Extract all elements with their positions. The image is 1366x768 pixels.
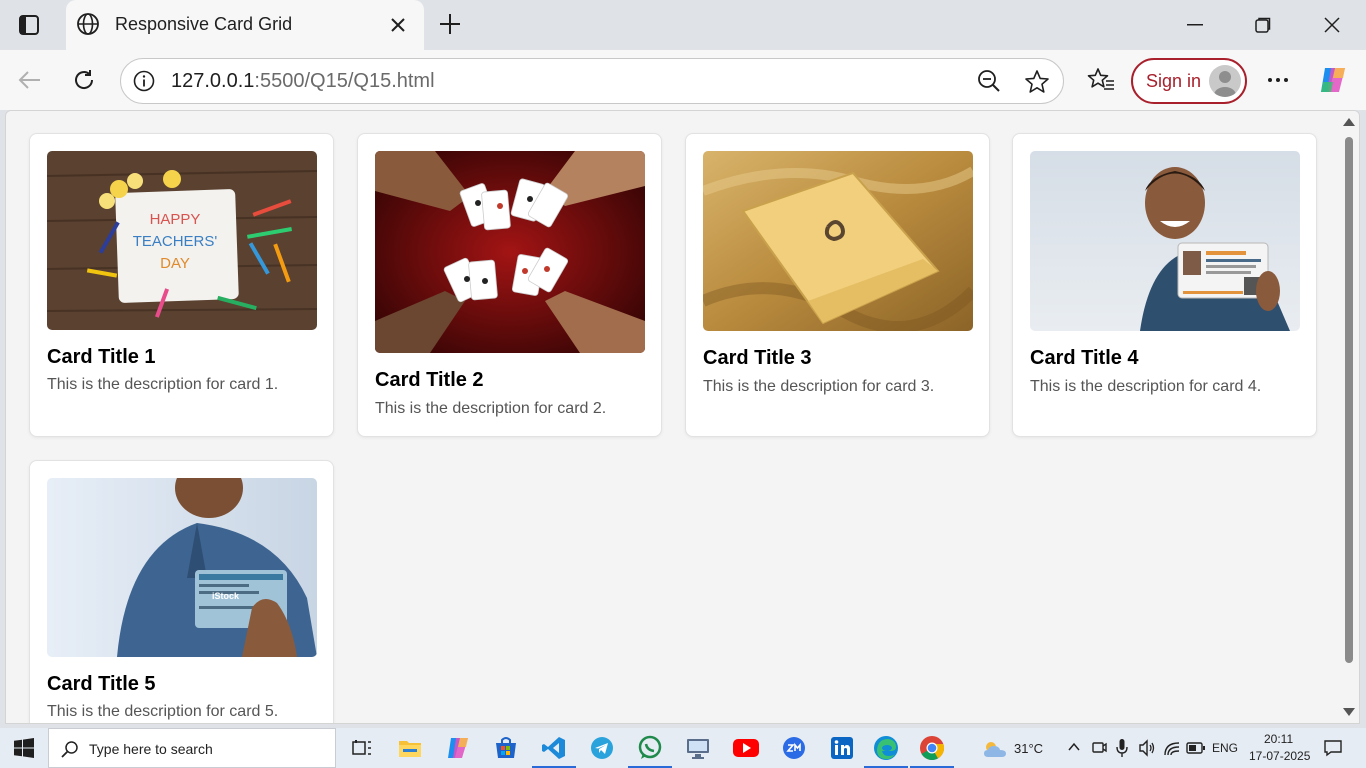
card-image: HAPPY TEACHERS' DAY	[47, 151, 317, 330]
vertical-scrollbar[interactable]	[1339, 111, 1359, 723]
card[interactable]: Card Title 3 This is the description for…	[685, 133, 990, 437]
weather-temperature[interactable]: 31°C	[1014, 741, 1043, 756]
back-icon[interactable]	[14, 64, 46, 96]
sign-in-button[interactable]: Sign in	[1131, 58, 1247, 104]
taskbar: Type here to search 31°C ENG 20:11 17-07…	[0, 728, 1366, 768]
card[interactable]: HAPPY TEACHERS' DAY Card Title 1 This is…	[29, 133, 334, 437]
copilot-icon[interactable]	[1317, 64, 1349, 96]
search-placeholder: Type here to search	[89, 741, 213, 757]
linkedin-icon[interactable]	[828, 734, 856, 762]
microsoft-store-icon[interactable]	[492, 734, 520, 762]
close-window-icon[interactable]	[1310, 10, 1354, 40]
scroll-up-icon[interactable]	[1342, 115, 1356, 129]
whatsapp-icon[interactable]	[628, 734, 672, 768]
url-text[interactable]: 127.0.0.1:5500/Q15/Q15.html	[171, 70, 435, 93]
new-tab-icon[interactable]	[436, 10, 464, 38]
microphone-icon[interactable]	[1116, 738, 1128, 758]
svg-text:DAY: DAY	[160, 255, 190, 272]
tab-title: Responsive Card Grid	[115, 14, 293, 34]
card[interactable]: Card Title 2 This is the description for…	[357, 133, 662, 437]
more-options-icon[interactable]	[1262, 64, 1294, 96]
card-description: This is the description for card 3.	[703, 378, 935, 395]
favorite-star-icon[interactable]	[1024, 69, 1050, 95]
svg-text:TEACHERS': TEACHERS'	[133, 233, 218, 250]
clock-date[interactable]: 17-07-2025	[1249, 749, 1310, 763]
tab-actions-icon[interactable]	[14, 10, 44, 40]
vscode-icon[interactable]	[532, 734, 576, 768]
card-title: Card Title 2	[375, 369, 484, 391]
favorites-icon[interactable]	[1085, 64, 1117, 96]
wifi-icon[interactable]	[1163, 739, 1181, 757]
svg-text:HAPPY: HAPPY	[150, 211, 201, 228]
windows-start-icon[interactable]	[14, 738, 34, 758]
card-description: This is the description for card 1.	[47, 376, 279, 393]
file-explorer-icon[interactable]	[396, 734, 424, 762]
avatar	[1209, 65, 1241, 97]
card[interactable]: iStock Card Title 5 This is the descript…	[29, 460, 334, 723]
weather-icon[interactable]	[982, 739, 1008, 759]
meet-now-icon[interactable]	[1091, 739, 1107, 757]
copilot-app-icon[interactable]	[444, 734, 472, 762]
svg-text:iStock: iStock	[212, 591, 240, 601]
clock-time[interactable]: 20:11	[1264, 732, 1293, 746]
battery-icon[interactable]	[1186, 741, 1206, 755]
globe-icon	[77, 13, 99, 35]
page-viewport: HAPPY TEACHERS' DAY Card Title 1 This is…	[5, 110, 1360, 724]
card-title: Card Title 1	[47, 346, 156, 368]
minimize-icon[interactable]	[1173, 10, 1217, 40]
chevron-up-icon[interactable]	[1068, 742, 1080, 752]
taskbar-search[interactable]: Type here to search	[48, 728, 336, 768]
address-bar[interactable]: 127.0.0.1:5500/Q15/Q15.html	[120, 58, 1064, 104]
close-tab-icon[interactable]	[386, 13, 410, 37]
card-title: Card Title 5	[47, 673, 156, 695]
zoom-icon[interactable]	[780, 734, 808, 762]
card-title: Card Title 4	[1030, 347, 1139, 369]
card-title: Card Title 3	[703, 347, 812, 369]
search-icon	[61, 741, 78, 758]
notifications-icon[interactable]	[1323, 739, 1343, 757]
scroll-thumb[interactable]	[1345, 137, 1353, 663]
telegram-icon[interactable]	[588, 734, 616, 762]
chrome-icon[interactable]	[910, 734, 954, 768]
card-description: This is the description for card 2.	[375, 400, 607, 417]
card-image	[703, 151, 973, 331]
browser-toolbar: 127.0.0.1:5500/Q15/Q15.html Sign in	[0, 50, 1366, 110]
scroll-down-icon[interactable]	[1342, 705, 1356, 719]
card[interactable]: Card Title 4 This is the description for…	[1012, 133, 1317, 437]
youtube-icon[interactable]	[732, 734, 760, 762]
edge-icon[interactable]	[864, 734, 908, 768]
card-image: iStock	[47, 478, 317, 657]
tab-strip: Responsive Card Grid	[0, 0, 1366, 50]
card-description: This is the description for card 4.	[1030, 378, 1262, 395]
card-image	[1030, 151, 1300, 331]
task-view-icon[interactable]	[348, 734, 376, 762]
site-info-icon[interactable]	[133, 70, 155, 92]
refresh-icon[interactable]	[68, 64, 100, 96]
volume-icon[interactable]	[1138, 739, 1156, 757]
zoom-out-icon[interactable]	[977, 69, 1001, 93]
active-tab[interactable]: Responsive Card Grid	[66, 0, 424, 50]
language-indicator[interactable]: ENG	[1212, 741, 1238, 755]
card-description: This is the description for card 5.	[47, 703, 279, 720]
card-image	[375, 151, 645, 353]
restore-icon[interactable]	[1241, 10, 1285, 40]
remote-desktop-icon[interactable]	[684, 734, 712, 762]
